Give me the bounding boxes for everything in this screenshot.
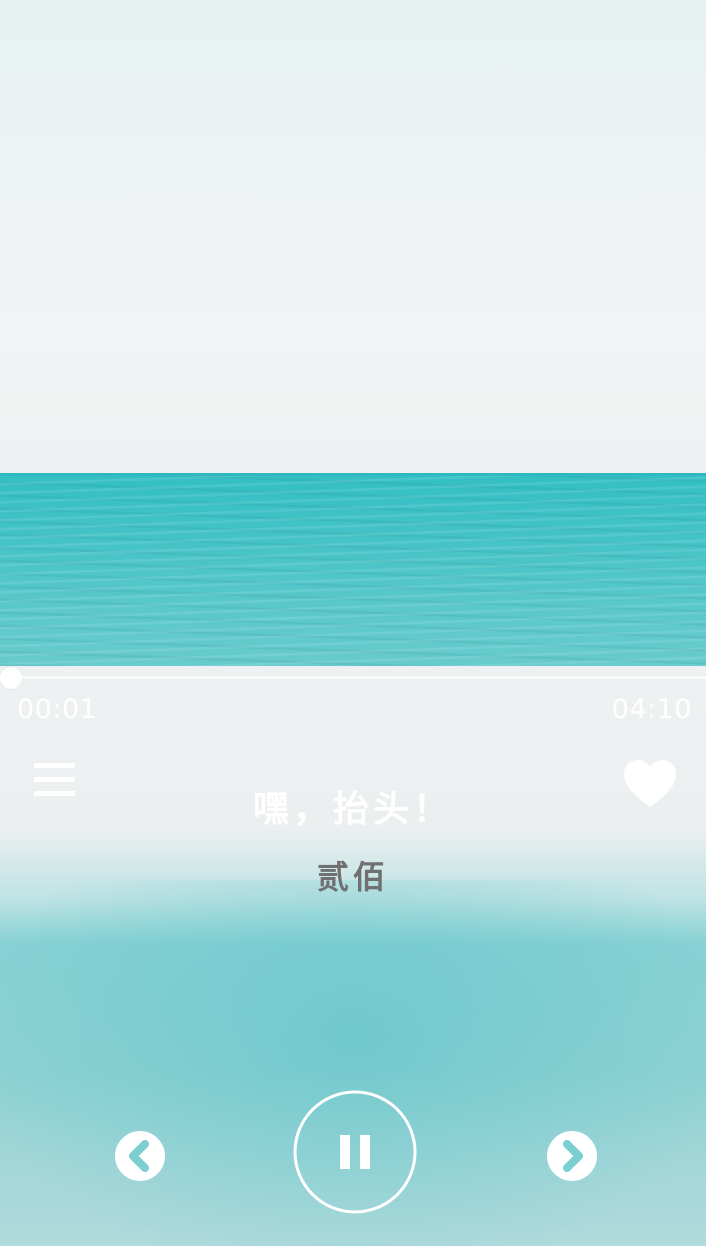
horizon-line xyxy=(0,473,706,476)
play-pause-button[interactable] xyxy=(293,1090,417,1214)
chevron-right-circle-icon xyxy=(547,1131,597,1181)
song-title: 嘿，抬头！ xyxy=(252,789,453,830)
time-total: 04:10 xyxy=(611,694,692,725)
music-player-screen: 00:01 04:10 嘿，抬头！ 贰佰 xyxy=(0,0,706,1246)
sky xyxy=(0,0,706,475)
next-track-button[interactable] xyxy=(547,1131,597,1181)
chevron-left-circle-icon xyxy=(115,1131,165,1181)
artist-name: 贰佰 xyxy=(316,858,389,896)
sea xyxy=(0,474,706,666)
pause-icon xyxy=(293,1090,417,1214)
album-cover-image xyxy=(0,0,706,666)
progress-thumb[interactable] xyxy=(0,667,22,689)
progress-bar[interactable] xyxy=(0,667,706,689)
previous-track-button[interactable] xyxy=(115,1131,165,1181)
time-elapsed: 00:01 xyxy=(17,694,98,725)
